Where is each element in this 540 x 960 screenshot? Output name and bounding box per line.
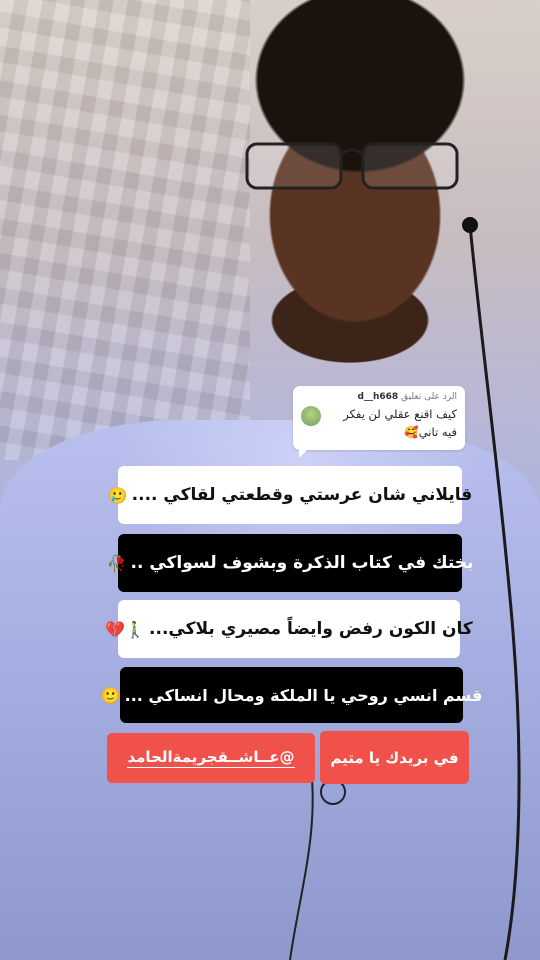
reply-username: d__h668 — [357, 392, 399, 402]
lyric-line-3: كان الكون رفض وايضاً مصيري بلاكي... 🚶‍♂️… — [105, 600, 473, 658]
lyric-line-2-text: بختك في كتاب الذكرة وبشوف لسواكي .. — [130, 553, 474, 573]
reply-prefix: الرد على تعليق — [401, 392, 457, 402]
commenter-avatar[interactable] — [301, 406, 321, 426]
mention-handle: @عــاشــقجريمةالحامد — [127, 748, 295, 768]
lyric-line-1: قايلاني شان عرستي وقطعتي لقاكي .... 🥲 — [108, 466, 472, 524]
lyric-line-2: بختك في كتاب الذكرة وبشوف لسواكي .. 🥀 — [107, 534, 473, 592]
inbox-button-label: في بريدك يا متيم — [330, 748, 459, 767]
lyric-line-3-text: كان الكون رفض وايضاً مصيري بلاكي... — [149, 619, 473, 639]
wilted-rose-icon: 🥀 — [106, 553, 127, 573]
lyric-line-1-text: قايلاني شان عرستي وقطعتي لقاكي .... — [131, 485, 473, 505]
reply-header: الرد على تعليق d__h668 — [301, 392, 457, 402]
slight-smile-icon: 🙂 — [100, 685, 121, 705]
tear-smile-icon: 🥲 — [107, 485, 128, 505]
mention-button[interactable]: @عــاشــقجريمةالحامد — [107, 733, 315, 783]
walking-broken-heart-icon: 🚶‍♂️💔 — [105, 619, 146, 639]
lyric-line-4: قسم انسي روحي يا الملكة ومحال انساكي ...… — [101, 667, 482, 723]
glasses-shape — [245, 142, 459, 190]
lyric-line-4-text: قسم انسي روحي يا الملكة ومحال انساكي ... — [124, 685, 483, 705]
comment-reply-card[interactable]: الرد على تعليق d__h668 كيف اقنع عقلي لن … — [293, 386, 465, 458]
reply-body: كيف اقنع عقلي لن يفكر فيه تاني🥰 — [301, 406, 457, 442]
inbox-button[interactable]: في بريدك يا متيم — [320, 731, 469, 784]
reply-text: كيف اقنع عقلي لن يفكر فيه تاني🥰 — [343, 407, 457, 439]
